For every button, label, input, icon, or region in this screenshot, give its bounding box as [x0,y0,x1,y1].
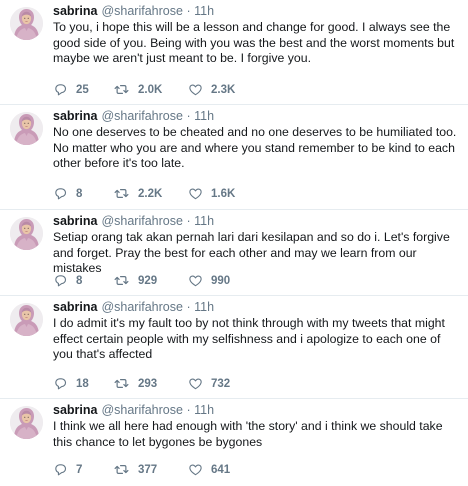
username[interactable]: @sharifahrose [101,300,182,314]
retweet-count: 2.0K [138,83,163,96]
username[interactable]: @sharifahrose [101,403,182,417]
tweet[interactable]: sabrina @sharifahrose · 11h Setiap orang … [0,210,468,296]
display-name[interactable]: sabrina [53,109,97,123]
reply-icon [53,376,68,391]
reply-button[interactable]: 8 [53,186,113,201]
tweet-header: sabrina @sharifahrose · 11h [53,402,214,418]
like-count: 1.6K [211,187,236,200]
retweet-count: 929 [138,274,158,287]
avatar[interactable] [10,303,43,336]
tweet[interactable]: sabrina @sharifahrose · 11h I think we al… [0,399,468,486]
retweet-button[interactable]: 2.0K [113,82,188,97]
display-name[interactable]: sabrina [53,214,97,228]
timestamp[interactable]: 11h [194,214,214,228]
display-name[interactable]: sabrina [53,300,97,314]
separator-dot: · [186,109,191,123]
reply-count: 8 [76,274,83,287]
separator-dot: · [186,214,191,228]
tweet-text: I think we all here had enough with 'the… [53,419,443,449]
reply-icon [53,273,68,288]
reply-button[interactable]: 8 [53,273,113,288]
like-button[interactable]: 732 [188,376,258,391]
timestamp[interactable]: 11h [194,109,214,123]
retweet-icon [113,376,130,391]
reply-icon [53,462,68,477]
retweet-button[interactable]: 929 [113,273,188,288]
timestamp[interactable]: 11h [194,300,214,314]
tweet[interactable]: sabrina @sharifahrose · 11h I do admit it… [0,296,468,399]
heart-icon [188,186,203,201]
like-count: 732 [211,377,231,390]
avatar[interactable] [10,112,43,145]
tweet-actions: 25 2.0K 2.3K [53,82,258,97]
retweet-count: 377 [138,463,158,476]
avatar[interactable] [10,7,43,40]
retweet-count: 293 [138,377,158,390]
reply-button[interactable]: 25 [53,82,113,97]
reply-count: 25 [76,83,89,96]
tweet-actions: 18 293 732 [53,376,258,391]
tweet[interactable]: sabrina @sharifahrose · 11h No one deserv… [0,105,468,210]
retweet-button[interactable]: 293 [113,376,188,391]
retweet-icon [113,273,130,288]
avatar[interactable] [10,217,43,250]
reply-icon [53,82,68,97]
retweet-icon [113,462,130,477]
like-button[interactable]: 641 [188,462,258,477]
tweet-text: No one deserves to be cheated and no one… [53,125,457,171]
heart-icon [188,462,203,477]
reply-button[interactable]: 18 [53,376,113,391]
retweet-button[interactable]: 2.2K [113,186,188,201]
avatar[interactable] [10,406,43,439]
heart-icon [188,376,203,391]
username[interactable]: @sharifahrose [101,214,182,228]
heart-icon [188,82,203,97]
like-count: 990 [211,274,231,287]
retweet-icon [113,186,130,201]
tweet-actions: 8 2.2K 1.6K [53,186,258,201]
tweet-actions: 8 929 990 [53,273,258,288]
reply-icon [53,186,68,201]
like-button[interactable]: 1.6K [188,186,258,201]
timestamp[interactable]: 11h [194,4,214,18]
heart-icon [188,273,203,288]
tweet[interactable]: sabrina @sharifahrose · 11h To you, i hop… [0,0,468,105]
reply-button[interactable]: 7 [53,462,113,477]
tweet-header: sabrina @sharifahrose · 11h [53,299,214,315]
like-button[interactable]: 990 [188,273,258,288]
separator-dot: · [186,403,191,417]
like-count: 641 [211,463,231,476]
timestamp[interactable]: 11h [194,403,214,417]
tweet-text: To you, i hope this will be a lesson and… [53,20,455,66]
like-count: 2.3K [211,83,236,96]
tweet-text: I do admit it's my fault too by not thin… [53,316,445,362]
reply-count: 8 [76,187,83,200]
tweet-feed: sabrina @sharifahrose · 11h To you, i hop… [0,0,468,486]
display-name[interactable]: sabrina [53,4,97,18]
retweet-button[interactable]: 377 [113,462,188,477]
tweet-text: Setiap orang tak akan pernah lari dari k… [53,230,450,276]
display-name[interactable]: sabrina [53,403,97,417]
tweet-header: sabrina @sharifahrose · 11h [53,3,214,19]
separator-dot: · [186,300,191,314]
username[interactable]: @sharifahrose [101,4,182,18]
retweet-count: 2.2K [138,187,163,200]
reply-count: 18 [76,377,89,390]
like-button[interactable]: 2.3K [188,82,258,97]
reply-count: 7 [76,463,83,476]
username[interactable]: @sharifahrose [101,109,182,123]
tweet-header: sabrina @sharifahrose · 11h [53,213,214,229]
tweet-actions: 7 377 641 [53,462,258,477]
tweet-header: sabrina @sharifahrose · 11h [53,108,214,124]
retweet-icon [113,82,130,97]
separator-dot: · [186,4,191,18]
